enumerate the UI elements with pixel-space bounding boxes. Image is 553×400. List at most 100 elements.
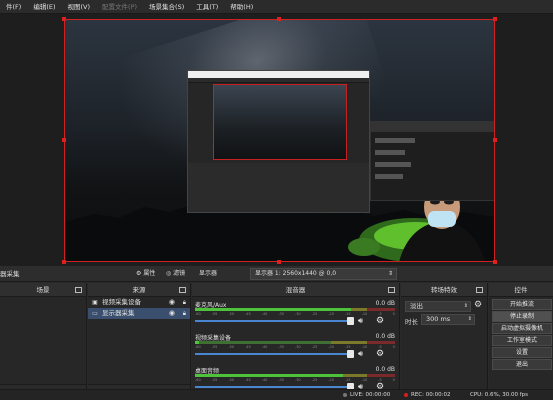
- menu-file[interactable]: 件(F): [0, 0, 27, 14]
- gear-icon[interactable]: ⚙: [376, 349, 384, 359]
- source-item-video-capture[interactable]: ▣ 视频采集设备 ◉ 🔒︎: [88, 297, 190, 308]
- start-streaming-button[interactable]: 开始推流: [492, 299, 552, 310]
- visibility-eye-icon[interactable]: ◉: [169, 297, 175, 308]
- undock-icon[interactable]: [388, 287, 395, 293]
- undock-icon[interactable]: [179, 287, 186, 293]
- scale-tick: -50: [228, 312, 235, 316]
- scale-tick: -15: [344, 312, 351, 316]
- volume-meter: [195, 308, 395, 311]
- nested-titlebar: [188, 71, 369, 78]
- scale-tick: -15: [344, 345, 351, 349]
- visibility-eye-icon[interactable]: ◉: [169, 308, 175, 319]
- camera-icon: ▣: [92, 299, 98, 306]
- lock-icon[interactable]: 🔒︎: [183, 308, 186, 319]
- menu-profile[interactable]: 配置文件(P): [96, 0, 143, 14]
- live-indicator-icon: [343, 393, 347, 397]
- display-select[interactable]: 显示器 1: 2560x1440 @ 0,0 ⇕: [250, 268, 397, 280]
- nested-docks: [188, 163, 369, 212]
- volume-slider-handle[interactable]: [347, 350, 354, 358]
- volume-slider[interactable]: [195, 353, 347, 355]
- gear-icon: ⚙: [136, 270, 142, 277]
- preview-canvas[interactable]: [64, 19, 495, 262]
- menu-scene-collection[interactable]: 场景集合(S): [143, 0, 190, 14]
- source-toolbar: 器采集 ⚙ 属性 ◎ 滤镜 显示器 显示器 1: 2560x1440 @ 0,0…: [0, 266, 553, 282]
- monitor-icon: ▭: [92, 310, 98, 317]
- scale-tick: -60: [195, 312, 201, 316]
- mixer-dock: 混音器 麦克风/Aux 0.0 dB -60 -55 -50 -45 -40 -35 -30 -2…: [192, 283, 400, 400]
- nested-preview: [213, 84, 347, 160]
- scale-tick: -25: [311, 345, 318, 349]
- resize-handle-tl[interactable]: [62, 17, 66, 21]
- scale-tick: -40: [261, 312, 268, 316]
- scale-tick: -30: [294, 378, 301, 382]
- resize-handle-b[interactable]: [277, 260, 281, 264]
- transitions-dock: 转场特效 淡出 ⇕ ⚙ 时长 300 ms ⇕: [401, 283, 488, 400]
- volume-slider[interactable]: [195, 386, 347, 388]
- exit-button[interactable]: 退出: [492, 359, 552, 370]
- resize-handle-tr[interactable]: [493, 17, 497, 21]
- transition-settings-gear-icon[interactable]: ⚙: [474, 300, 482, 310]
- channel-db: 0.0 dB: [375, 300, 395, 307]
- chevron-updown-icon: ⇕: [467, 316, 472, 322]
- preview-area[interactable]: [0, 14, 553, 266]
- controls-dock: 控件 开始推流 停止录制 启动虚拟摄像机 工作室模式 设置 退出: [489, 283, 553, 400]
- resize-handle-r[interactable]: [493, 138, 497, 142]
- meter-level: [195, 308, 351, 311]
- speaker-icon[interactable]: 🔊︎: [358, 316, 363, 326]
- scale-tick: -35: [278, 378, 284, 382]
- scale-tick: -20: [328, 312, 334, 316]
- current-source-name: 器采集: [0, 270, 20, 278]
- filters-button[interactable]: ◎ 滤镜: [164, 269, 187, 279]
- scale-tick: -50: [228, 378, 235, 382]
- display-label: 显示器: [199, 270, 218, 277]
- scale-tick: -55: [211, 378, 218, 382]
- scenes-title: 场景: [36, 286, 50, 294]
- volume-slider[interactable]: [195, 320, 347, 322]
- lock-icon[interactable]: 🔒︎: [183, 297, 186, 308]
- scale-tick: -60: [195, 345, 201, 349]
- speaker-icon[interactable]: 🔊︎: [358, 349, 363, 359]
- filter-icon: ◎: [166, 270, 172, 277]
- scale-tick: -55: [211, 312, 218, 316]
- resize-handle-t[interactable]: [277, 17, 281, 21]
- scenes-dock: 场景 − ∧ ∨: [0, 283, 87, 400]
- mixer-title: 混音器: [285, 286, 306, 294]
- start-virtual-camera-button[interactable]: 启动虚拟摄像机: [492, 323, 552, 334]
- scale-tick: 0: [392, 378, 395, 382]
- nested-side-panel: [370, 121, 495, 201]
- studio-mode-button[interactable]: 工作室模式: [492, 335, 552, 346]
- menu-tools[interactable]: 工具(T): [190, 0, 224, 14]
- gear-icon[interactable]: ⚙: [376, 316, 384, 326]
- menu-edit[interactable]: 编辑(E): [27, 0, 61, 14]
- transition-type-select[interactable]: 淡出 ⇕: [405, 301, 471, 312]
- properties-button[interactable]: ⚙ 属性: [134, 269, 157, 279]
- scale-tick: -15: [344, 378, 351, 382]
- stop-recording-button[interactable]: 停止录制: [492, 311, 552, 322]
- volume-meter: [195, 374, 395, 377]
- menu-help[interactable]: 帮助(H): [224, 0, 259, 14]
- undock-icon[interactable]: [75, 287, 82, 293]
- scale-tick: -25: [311, 378, 318, 382]
- volume-slider-handle[interactable]: [347, 317, 354, 325]
- scale-tick: -25: [311, 312, 318, 316]
- scale-tick: -30: [294, 312, 301, 316]
- settings-button[interactable]: 设置: [492, 347, 552, 358]
- meter-level: [195, 341, 199, 344]
- undock-icon[interactable]: [476, 287, 483, 293]
- cpu-fps: CPU: 0.6%, 30.00 fps: [470, 392, 529, 398]
- meter-level: [195, 374, 343, 377]
- menu-view[interactable]: 视图(V): [62, 0, 97, 14]
- status-bar: LIVE: 00:00:00 REC: 00:00:02 CPU: 0.6%, …: [0, 389, 553, 400]
- scale-tick: -35: [278, 312, 284, 316]
- resize-handle-br[interactable]: [493, 260, 497, 264]
- menu-bar: 件(F) 编辑(E) 视图(V) 配置文件(P) 场景集合(S) 工具(T) 帮…: [0, 0, 553, 14]
- scale-tick: -20: [328, 378, 334, 382]
- scale-tick: 0: [392, 312, 395, 316]
- resize-handle-bl[interactable]: [62, 260, 66, 264]
- duration-field[interactable]: 300 ms ⇕: [421, 314, 475, 325]
- source-item-display-capture[interactable]: ▭ 显示器采集 ◉ 🔒︎: [88, 308, 190, 319]
- meter-scale: -60 -55 -50 -45 -40 -35 -30 -25 -20 -15 -10 -5 0: [195, 312, 395, 316]
- controls-title: 控件: [514, 286, 528, 294]
- meter-scale: -60 -55 -50 -45 -40 -35 -30 -25 -20 -15 -10 -5 0: [195, 345, 395, 349]
- resize-handle-l[interactable]: [62, 138, 66, 142]
